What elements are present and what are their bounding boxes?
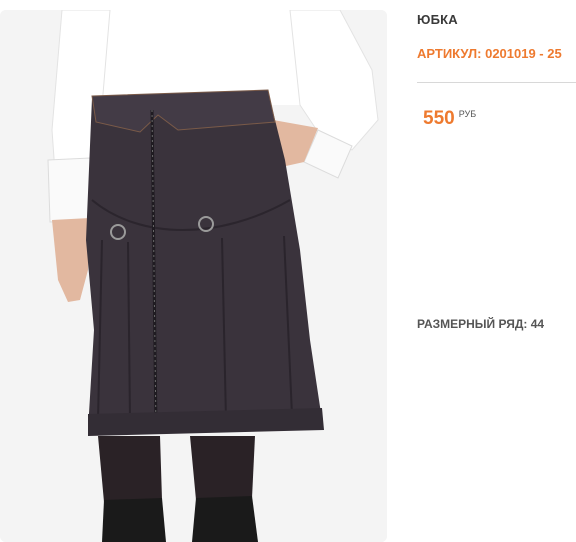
product-photo[interactable] (0, 10, 387, 542)
size-range: РАЗМЕРНЫЙ РЯД: 44 (417, 317, 545, 331)
article-number: АРТИКУЛ: 0201019 - 25 (417, 46, 562, 61)
product-title: ЮБКА (417, 12, 458, 27)
divider (417, 82, 576, 83)
price-value: 550 (423, 108, 455, 129)
price-currency: РУБ (458, 109, 477, 119)
price: 550 РУБ (423, 108, 476, 130)
skirt-image (0, 10, 387, 542)
